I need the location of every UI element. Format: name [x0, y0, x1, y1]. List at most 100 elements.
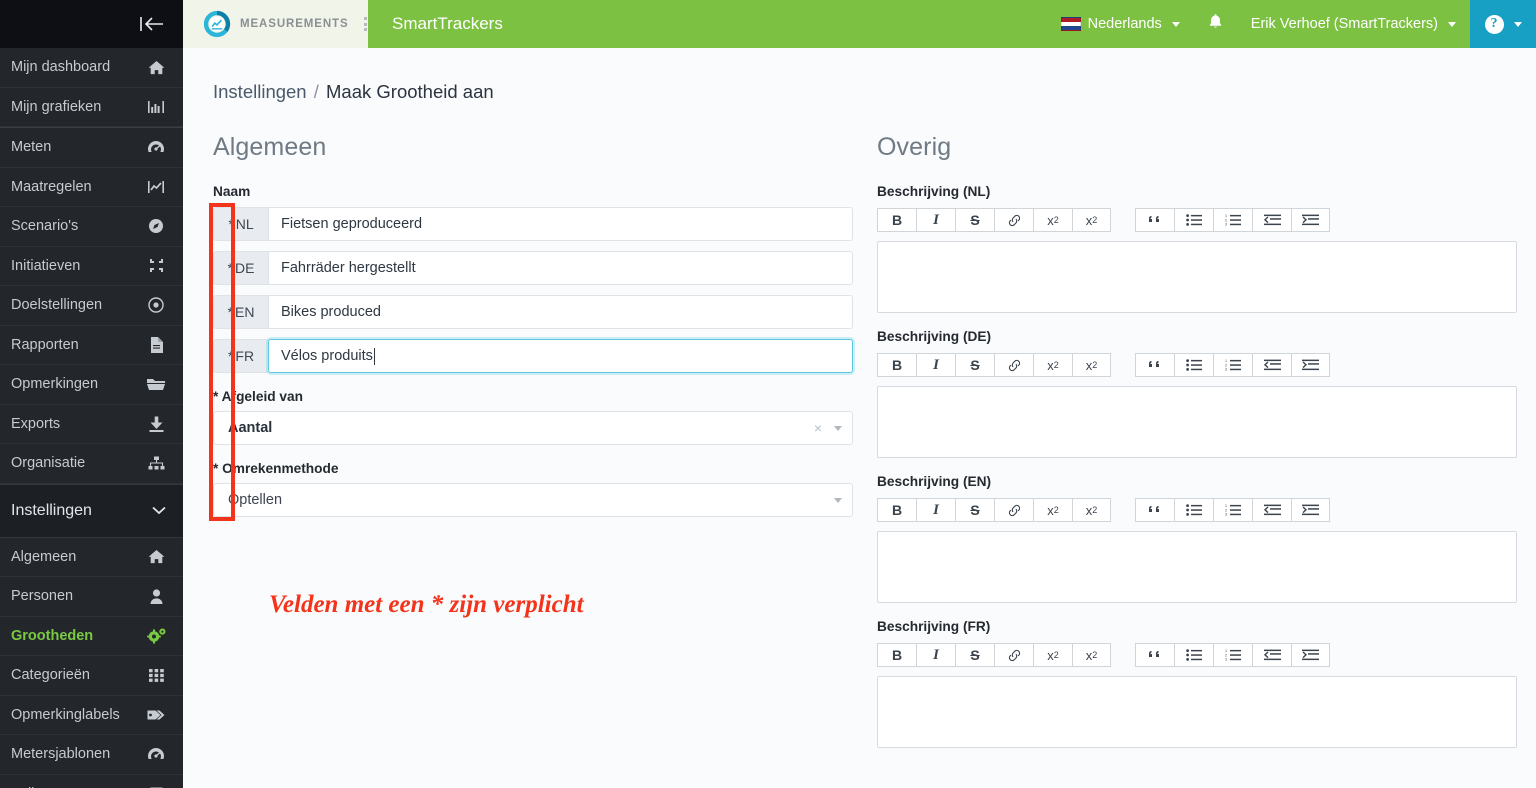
subscript-button[interactable]: x2	[1072, 498, 1111, 522]
blockquote-button[interactable]	[1135, 208, 1174, 232]
description-nl-textarea[interactable]	[877, 241, 1517, 313]
numbered-list-button[interactable]: 1 2 3	[1213, 353, 1252, 377]
blockquote-button[interactable]	[1135, 353, 1174, 377]
brand-logo-area[interactable]: MEASUREMENTS	[183, 0, 378, 48]
outdent-button[interactable]	[1252, 498, 1291, 522]
sidebar-item-opmerkinglabels[interactable]: Opmerkinglabels	[0, 696, 183, 735]
name-input-fr[interactable]: Vélos produits	[268, 339, 853, 373]
sidebar-collapse-area[interactable]	[0, 0, 183, 48]
sidebar-item-opmerkingen[interactable]: Opmerkingen	[0, 365, 183, 405]
clear-icon[interactable]: ×	[814, 420, 822, 436]
superscript-button[interactable]: x2	[1033, 643, 1072, 667]
text-cursor	[373, 347, 375, 365]
link-button[interactable]	[994, 353, 1033, 377]
name-field-en[interactable]: * EN Bikes produced	[213, 295, 853, 329]
link-button[interactable]	[994, 643, 1033, 667]
link-button[interactable]	[994, 208, 1033, 232]
description-fr-textarea[interactable]	[877, 676, 1517, 748]
sidebar-group-instellingen[interactable]: Instellingen	[0, 483, 183, 538]
sidebar-item-initiatieven[interactable]: Initiatieven	[0, 247, 183, 286]
indent-button[interactable]	[1291, 643, 1330, 667]
user-name-label: Erik Verhoef (SmartTrackers)	[1250, 16, 1438, 32]
strikethrough-button[interactable]: S	[955, 643, 994, 667]
strikethrough-button[interactable]: S	[955, 208, 994, 232]
sidebar-item-label: Rapporten	[11, 336, 79, 353]
name-field-fr[interactable]: * FR Vélos produits	[213, 339, 853, 373]
sidebar-item-mijn-dashboard[interactable]: Mijn dashboard	[0, 48, 183, 88]
bold-button[interactable]: B	[877, 353, 916, 377]
name-field-fr-addon: * FR	[213, 339, 268, 373]
blockquote-button[interactable]	[1135, 498, 1174, 522]
afgeleid-van-select[interactable]: Aantal ×	[213, 411, 853, 445]
sidebar-item-doelstellingen[interactable]: Doelstellingen	[0, 286, 183, 326]
name-field-nl[interactable]: * NL Fietsen geproduceerd	[213, 207, 853, 241]
bullet-list-button[interactable]	[1174, 498, 1213, 522]
bold-button[interactable]: B	[877, 643, 916, 667]
help-menu[interactable]: ?	[1470, 0, 1536, 48]
indent-button[interactable]	[1291, 208, 1330, 232]
subscript-button[interactable]: x2	[1072, 353, 1111, 377]
name-field-de[interactable]: * DE Fahrräder hergestellt	[213, 251, 853, 285]
name-input-de[interactable]: Fahrräder hergestellt	[268, 251, 853, 285]
description-en-textarea[interactable]	[877, 531, 1517, 603]
sidebar-item-meten[interactable]: Meten	[0, 128, 183, 168]
bullet-list-button[interactable]	[1174, 643, 1213, 667]
breadcrumb-parent[interactable]: Instellingen	[213, 81, 307, 102]
numbered-list-button[interactable]: 1 2 3	[1213, 208, 1252, 232]
strikethrough-button[interactable]: S	[955, 498, 994, 522]
indent-button[interactable]	[1291, 353, 1330, 377]
sidebar-item-mijn-grafieken[interactable]: Mijn grafieken	[0, 88, 183, 127]
toolbar-group-format: B I S x2 x2	[877, 498, 1111, 522]
subscript-button[interactable]: x2	[1072, 208, 1111, 232]
notifications-button[interactable]	[1194, 0, 1237, 48]
sidebar-item-personen[interactable]: Personen	[0, 577, 183, 617]
collapse-left-icon[interactable]	[139, 15, 165, 33]
breadcrumb-separator: /	[313, 81, 319, 102]
bold-button[interactable]: B	[877, 498, 916, 522]
user-menu[interactable]: Erik Verhoef (SmartTrackers)	[1237, 0, 1470, 48]
superscript-button[interactable]: x2	[1033, 498, 1072, 522]
description-de-textarea[interactable]	[877, 386, 1517, 458]
header-green-bar: SmartTrackers Nederlands Erik Verhoef (S…	[368, 0, 1470, 48]
description-editor-fr: Beschrijving (FR) B I S x2 x2 1 2 3	[877, 619, 1517, 748]
sidebar-item-rapporten[interactable]: Rapporten	[0, 326, 183, 365]
language-selector[interactable]: Nederlands	[1047, 0, 1194, 48]
italic-button[interactable]: I	[916, 498, 955, 522]
link-button[interactable]	[994, 498, 1033, 522]
subscript-button[interactable]: x2	[1072, 643, 1111, 667]
sidebar-item-scenarios[interactable]: Scenario's	[0, 207, 183, 247]
bullet-list-button[interactable]	[1174, 208, 1213, 232]
overig-panel: Overig Beschrijving (NL) B I S x2 x2 1 2…	[877, 133, 1517, 764]
sidebar-item-indicatoren[interactable]: Indicatoren	[0, 775, 183, 788]
sidebar-item-exports[interactable]: Exports	[0, 405, 183, 444]
target-icon	[146, 297, 166, 313]
blockquote-button[interactable]	[1135, 643, 1174, 667]
indent-button[interactable]	[1291, 498, 1330, 522]
superscript-button[interactable]: x2	[1033, 208, 1072, 232]
numbered-list-button[interactable]: 1 2 3	[1213, 498, 1252, 522]
name-input-nl[interactable]: Fietsen geproduceerd	[268, 207, 853, 241]
italic-button[interactable]: I	[916, 208, 955, 232]
sidebar-item-algemeen[interactable]: Algemeen	[0, 538, 183, 577]
app-title: SmartTrackers	[392, 14, 503, 33]
sidebar-item-maatregelen[interactable]: Maatregelen	[0, 168, 183, 207]
outdent-button[interactable]	[1252, 353, 1291, 377]
outdent-button[interactable]	[1252, 643, 1291, 667]
superscript-button[interactable]: x2	[1033, 353, 1072, 377]
omrekenmethode-select[interactable]: Optellen	[213, 483, 853, 517]
sidebar-item-grootheden[interactable]: Grootheden	[0, 617, 183, 656]
outdent-button[interactable]	[1252, 208, 1291, 232]
download-icon	[146, 416, 166, 432]
sidebar-item-organisatie[interactable]: Organisatie	[0, 444, 183, 484]
bullet-list-button[interactable]	[1174, 353, 1213, 377]
numbered-list-button[interactable]: 1 2 3	[1213, 643, 1252, 667]
strikethrough-button[interactable]: S	[955, 353, 994, 377]
sidebar-item-label: Scenario's	[11, 218, 79, 235]
italic-button[interactable]: I	[916, 643, 955, 667]
question-mark-icon: ?	[1484, 14, 1504, 34]
bold-button[interactable]: B	[877, 208, 916, 232]
sidebar-item-metersjablonen[interactable]: Metersjablonen	[0, 735, 183, 775]
name-input-en[interactable]: Bikes produced	[268, 295, 853, 329]
sidebar-item-categorieen[interactable]: Categorieën	[0, 656, 183, 696]
italic-button[interactable]: I	[916, 353, 955, 377]
